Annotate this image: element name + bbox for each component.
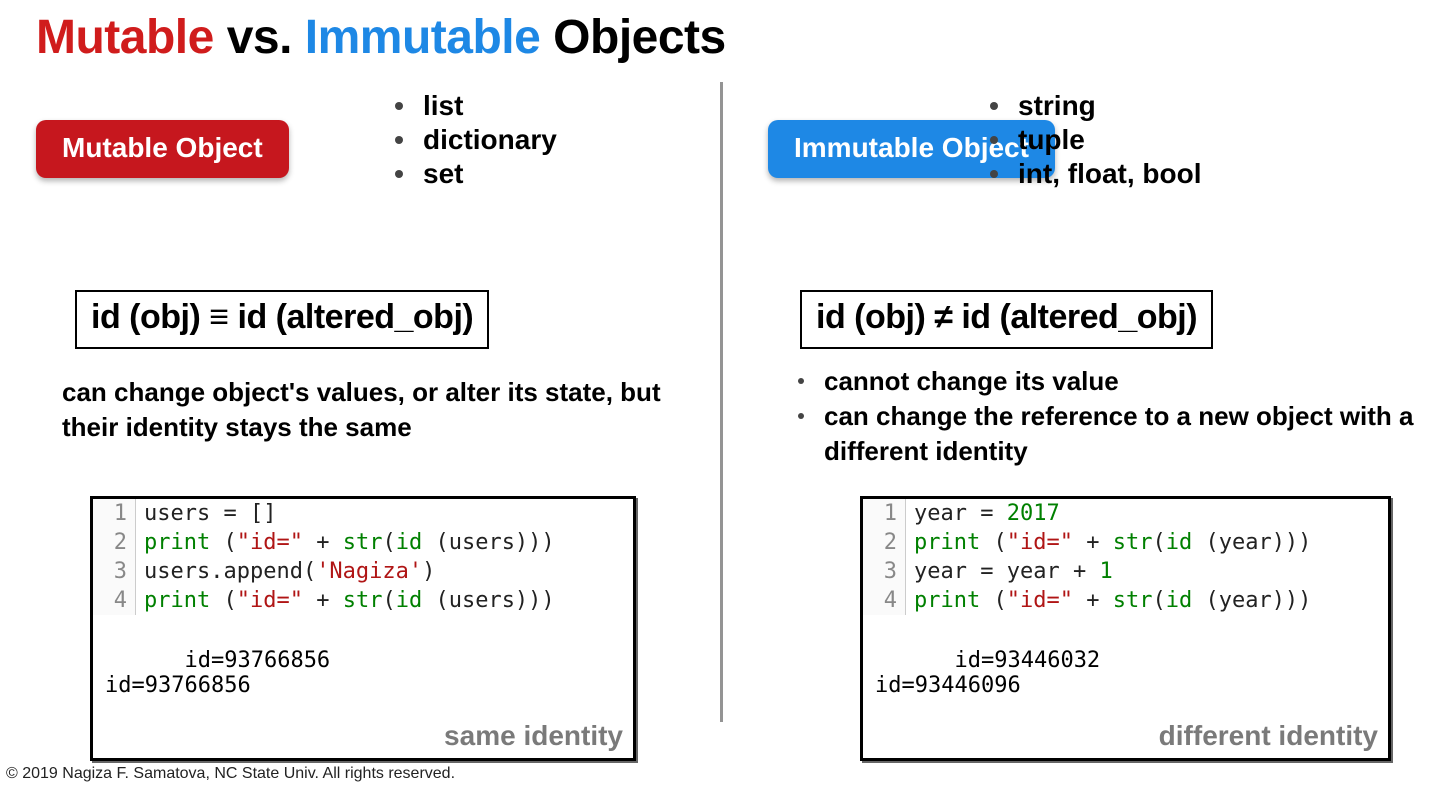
title-objects: Objects xyxy=(553,11,726,64)
bullet-icon xyxy=(990,102,998,110)
type-label: set xyxy=(423,158,463,190)
immutable-code-example: 1year = 20172print ("id=" + str(id (year… xyxy=(860,496,1391,761)
copyright-notice: © 2019 Nagiza F. Samatova, NC State Univ… xyxy=(6,765,455,783)
column-divider xyxy=(720,82,723,722)
mutable-type-list: list dictionary set xyxy=(395,88,557,192)
mutable-object-badge: Mutable Object xyxy=(36,120,289,178)
identity-label: same identity xyxy=(444,720,623,752)
code-line: print ("id=" + str(id (users))) xyxy=(136,586,634,615)
list-item: cannot change its value xyxy=(798,364,1418,399)
line-number: 3 xyxy=(93,557,136,586)
line-number: 4 xyxy=(863,586,906,615)
list-item: can change the reference to a new object… xyxy=(798,399,1418,469)
explain-text: can change the reference to a new object… xyxy=(824,399,1418,469)
mutable-code-example: 1users = []2print ("id=" + str(id (users… xyxy=(90,496,636,761)
type-label: string xyxy=(1018,90,1096,122)
code-block: 1year = 20172print ("id=" + str(id (year… xyxy=(863,499,1388,615)
code-line: print ("id=" + str(id (year))) xyxy=(906,528,1389,557)
line-number: 3 xyxy=(863,557,906,586)
slide-title: Mutable vs. Immutable Objects xyxy=(36,10,726,65)
title-vs: vs. xyxy=(227,11,292,64)
bullet-icon xyxy=(990,170,998,178)
output-text: id=93766856 id=93766856 xyxy=(105,648,330,698)
list-item: string xyxy=(990,90,1202,122)
identity-label: different identity xyxy=(1159,720,1378,752)
list-item: int, float, bool xyxy=(990,158,1202,190)
bullet-icon xyxy=(395,102,403,110)
code-line: users = [] xyxy=(136,499,634,528)
explain-text: cannot change its value xyxy=(824,364,1119,399)
list-item: dictionary xyxy=(395,124,557,156)
type-label: list xyxy=(423,90,463,122)
line-number: 2 xyxy=(863,528,906,557)
code-line: print ("id=" + str(id (users))) xyxy=(136,528,634,557)
line-number: 1 xyxy=(863,499,906,528)
code-output: id=93446032 id=93446096 different identi… xyxy=(863,615,1388,758)
code-block: 1users = []2print ("id=" + str(id (users… xyxy=(93,499,633,615)
title-immutable: Immutable xyxy=(305,11,541,64)
line-number: 4 xyxy=(93,586,136,615)
bullet-icon xyxy=(395,136,403,144)
line-number: 1 xyxy=(93,499,136,528)
list-item: set xyxy=(395,158,557,190)
code-line: users.append('Nagiza') xyxy=(136,557,634,586)
code-line: print ("id=" + str(id (year))) xyxy=(906,586,1389,615)
immutable-explanation: cannot change its value can change the r… xyxy=(798,364,1418,469)
output-text: id=93446032 id=93446096 xyxy=(875,648,1100,698)
list-item: tuple xyxy=(990,124,1202,156)
mutable-identity-formula: id (obj) ≡ id (altered_obj) xyxy=(75,290,489,349)
type-label: int, float, bool xyxy=(1018,158,1202,190)
bullet-icon xyxy=(798,378,804,384)
type-label: dictionary xyxy=(423,124,557,156)
bullet-icon xyxy=(798,413,804,419)
type-label: tuple xyxy=(1018,124,1085,156)
code-line: year = 2017 xyxy=(906,499,1389,528)
line-number: 2 xyxy=(93,528,136,557)
immutable-identity-formula: id (obj) ≠ id (altered_obj) xyxy=(800,290,1213,349)
immutable-type-list: string tuple int, float, bool xyxy=(990,88,1202,192)
code-output: id=93766856 id=93766856 same identity xyxy=(93,615,633,758)
bullet-icon xyxy=(990,136,998,144)
list-item: list xyxy=(395,90,557,122)
code-line: year = year + 1 xyxy=(906,557,1389,586)
mutable-explanation: can change object's values, or alter its… xyxy=(62,375,662,445)
bullet-icon xyxy=(395,170,403,178)
title-mutable: Mutable xyxy=(36,11,214,64)
